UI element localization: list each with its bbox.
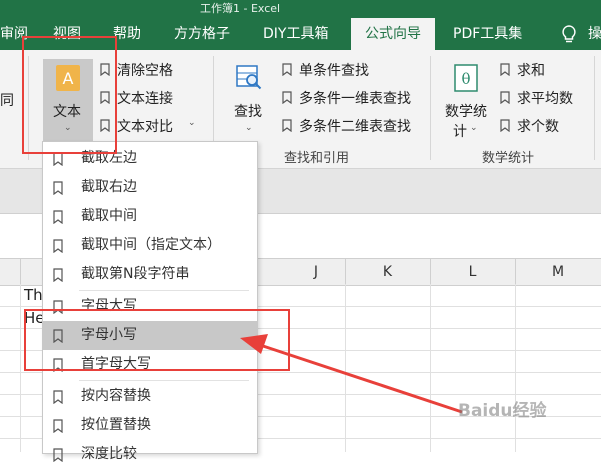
watermark-logo: Baidu经验: [458, 401, 547, 421]
annotation-arrow: [240, 334, 463, 414]
